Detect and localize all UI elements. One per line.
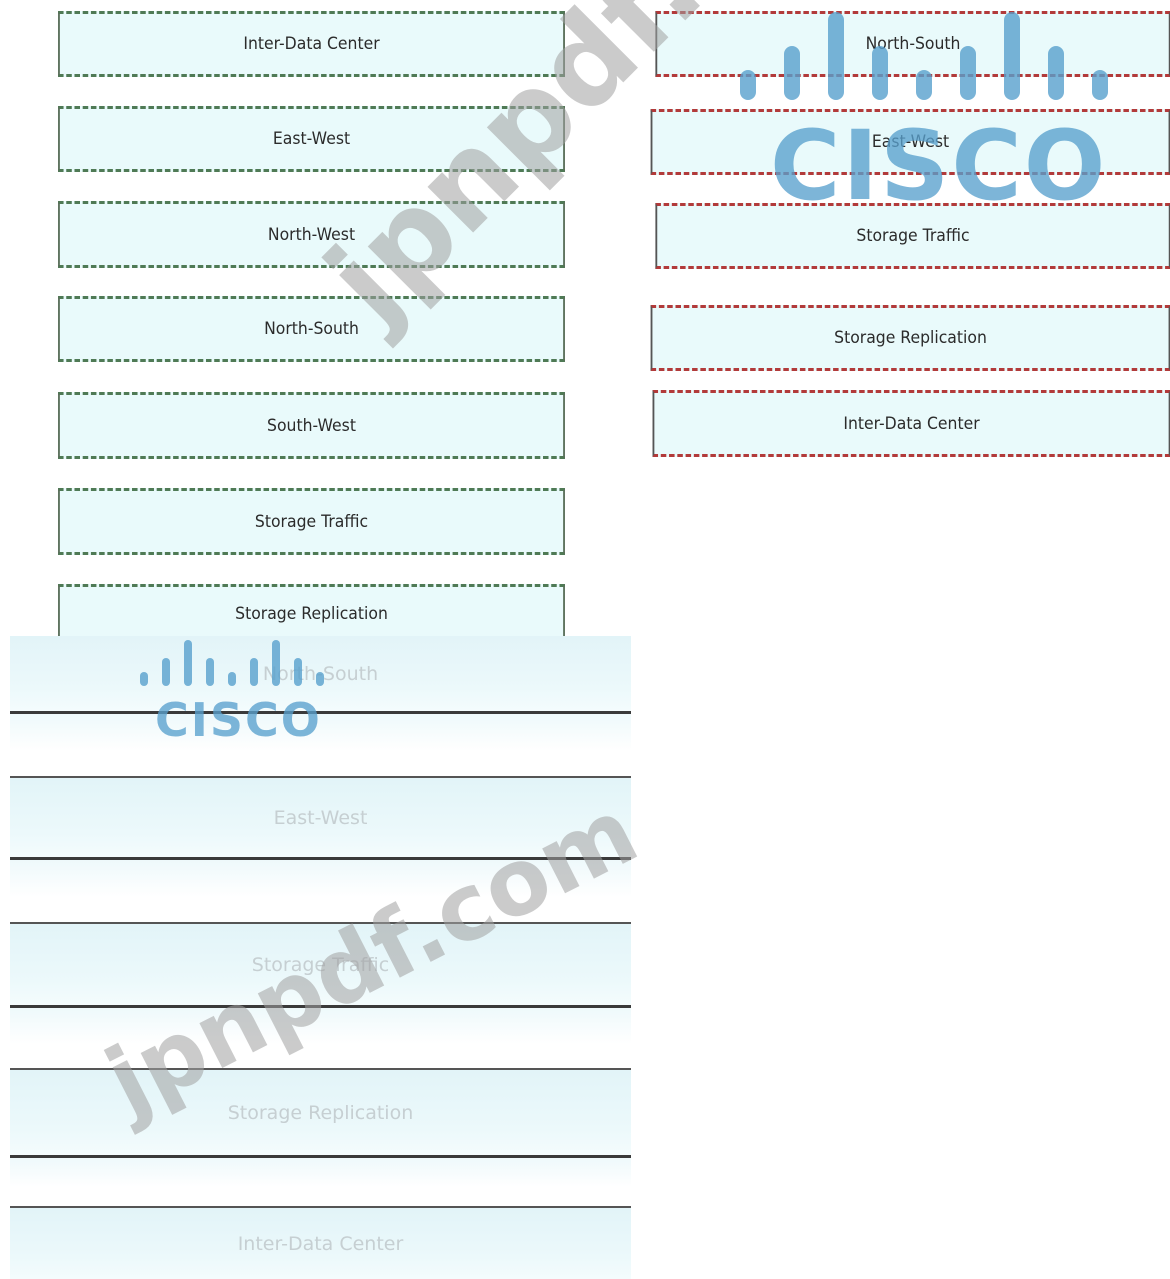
option-label: South-West — [267, 415, 356, 436]
faded-item-inter-data-center: Inter-Data Center — [10, 1206, 631, 1279]
option-label: Storage Replication — [235, 604, 388, 624]
option-inter-data-center[interactable]: Inter-Data Center — [58, 11, 565, 77]
faded-item-east-west: East-West — [10, 776, 631, 860]
option-label: Storage Traffic — [254, 511, 369, 532]
answer-label: North-South — [865, 34, 961, 54]
faded-gap — [10, 1158, 631, 1206]
faded-label: East-West — [273, 806, 368, 829]
answer-label: Inter-Data Center — [843, 413, 980, 434]
option-east-west[interactable]: East-West — [58, 106, 565, 172]
faded-label: Storage Replication — [227, 1101, 414, 1124]
answer-label: East-West — [871, 132, 950, 152]
option-label: North-South — [264, 319, 359, 339]
answer-east-west[interactable]: East-West — [650, 109, 1170, 175]
option-storage-replication[interactable]: Storage Replication — [58, 584, 565, 644]
faded-gap — [10, 1008, 631, 1068]
option-north-west[interactable]: North-West — [58, 201, 565, 268]
answer-storage-traffic[interactable]: Storage Traffic — [655, 203, 1170, 269]
answer-storage-replication[interactable]: Storage Replication — [650, 305, 1170, 371]
answer-label: Storage Replication — [834, 328, 987, 348]
faded-answer-panel: North-South East-West Storage Traffic St… — [10, 636, 631, 1279]
faded-gap — [10, 714, 631, 776]
faded-label: Inter-Data Center — [237, 1232, 404, 1255]
option-label: North-West — [267, 224, 356, 245]
faded-item-storage-traffic: Storage Traffic — [10, 922, 631, 1008]
faded-label: North-South — [262, 662, 379, 685]
answer-north-south[interactable]: North-South — [655, 11, 1170, 77]
option-label: Inter-Data Center — [243, 34, 380, 54]
faded-gap — [10, 860, 631, 922]
answer-inter-data-center[interactable]: Inter-Data Center — [652, 390, 1170, 457]
faded-item-north-south: North-South — [10, 636, 631, 714]
option-north-south[interactable]: North-South — [58, 296, 565, 362]
option-label: East-West — [272, 129, 351, 149]
faded-item-storage-replication: Storage Replication — [10, 1068, 631, 1158]
option-south-west[interactable]: South-West — [58, 392, 565, 459]
option-storage-traffic[interactable]: Storage Traffic — [58, 488, 565, 555]
answer-label: Storage Traffic — [856, 226, 970, 246]
faded-label: Storage Traffic — [251, 953, 390, 976]
